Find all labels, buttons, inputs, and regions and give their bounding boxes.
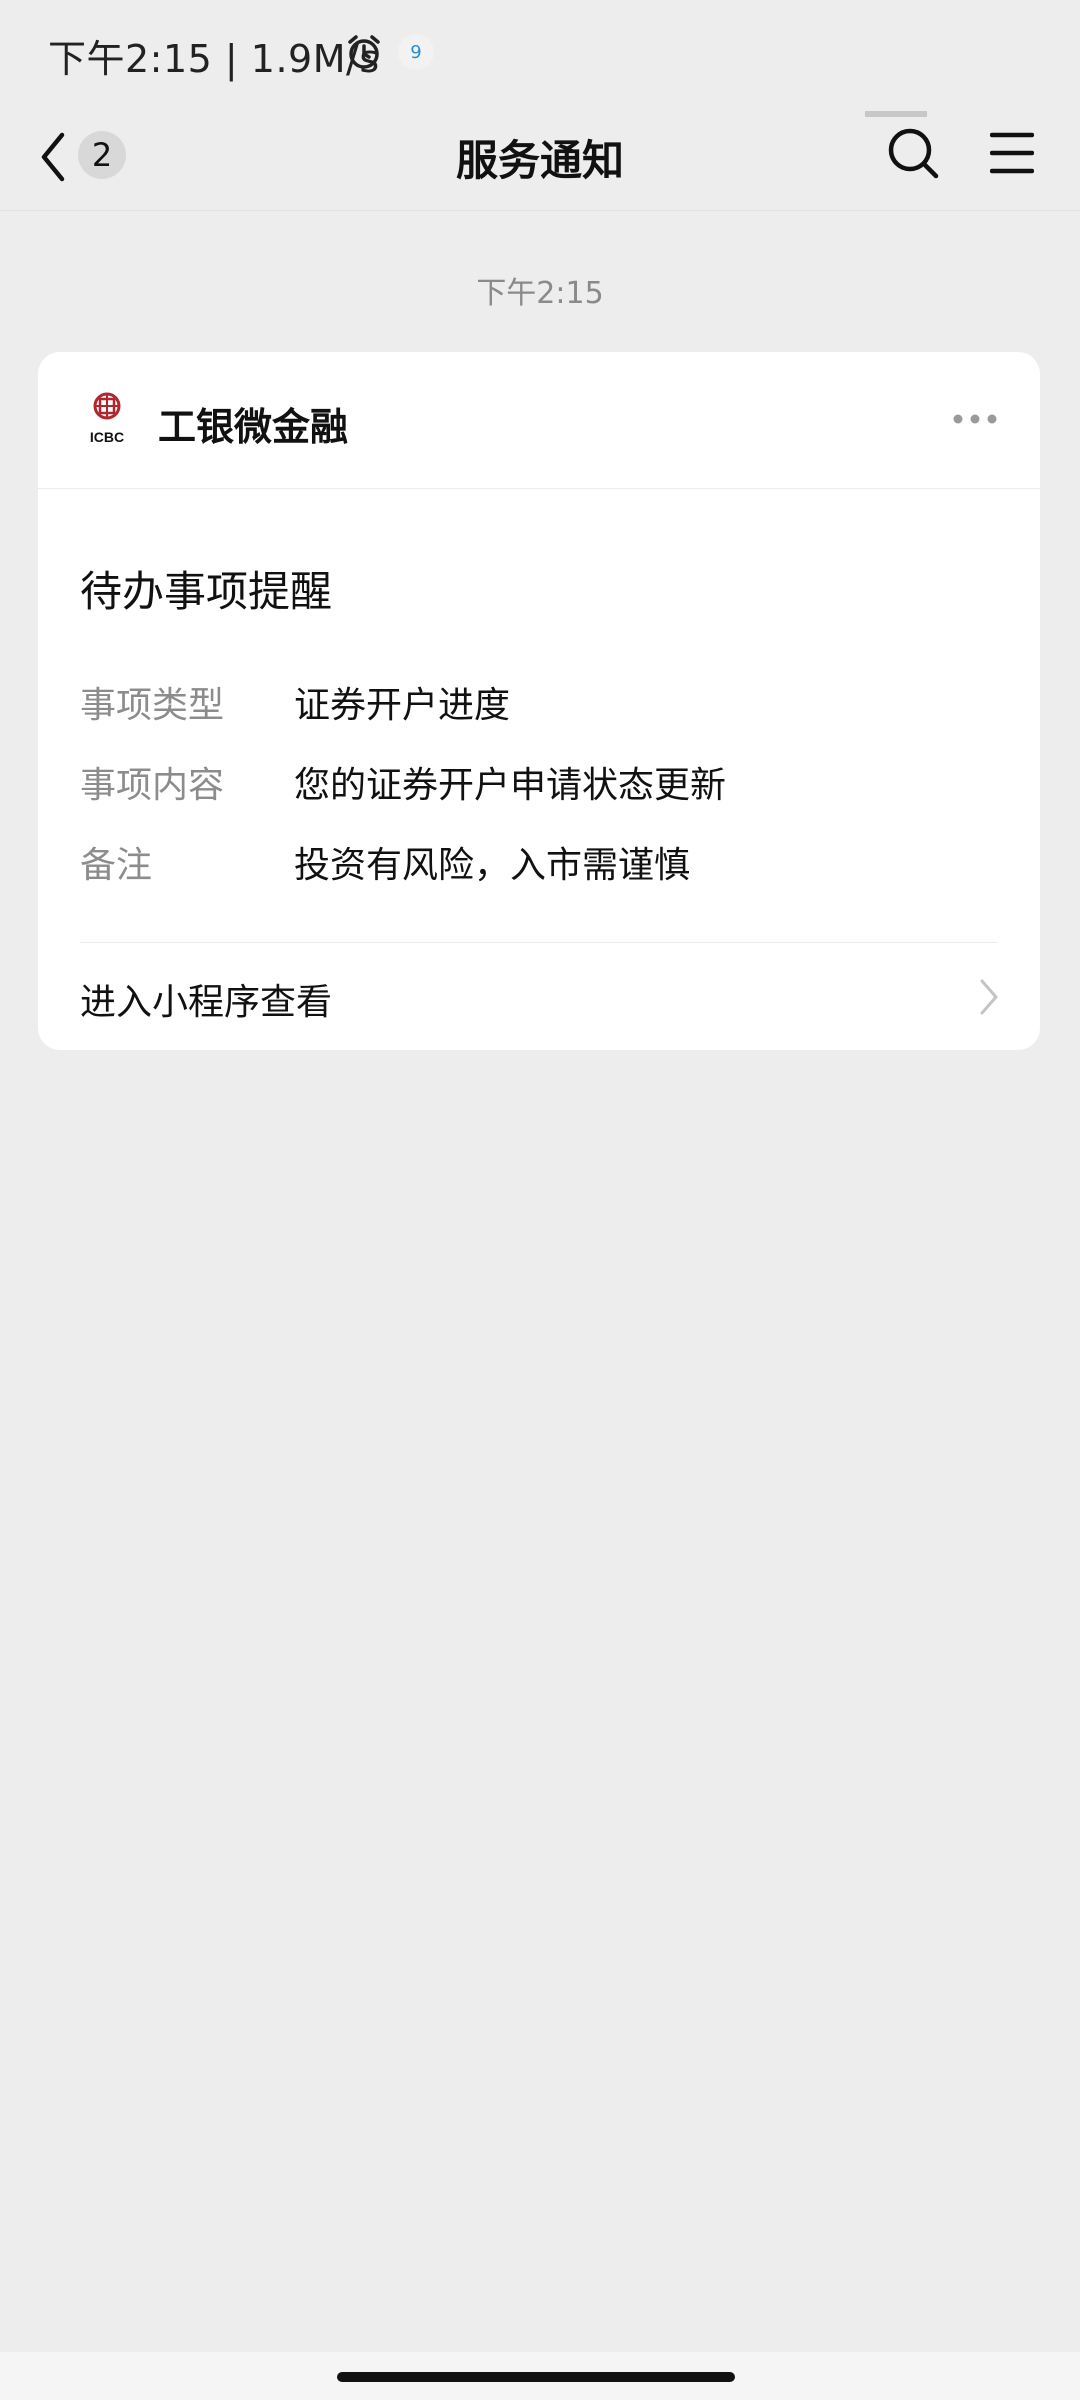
field-label-content: 事项内容 [80, 765, 225, 806]
icbc-logo-text: ICBC [90, 429, 124, 445]
gesture-bar [0, 2352, 1080, 2400]
field-label-remark: 备注 [80, 845, 153, 886]
calendar-icon: 9 [398, 34, 434, 70]
field-value-type: 证券开户进度 [294, 685, 511, 726]
more-options-icon[interactable] [952, 412, 998, 426]
card-header[interactable]: ICBC 工银微金融 [38, 352, 1040, 489]
search-accent-bar [865, 111, 927, 117]
nav-bar: 2 服务通知 [0, 105, 1080, 211]
home-indicator[interactable] [337, 2372, 735, 2382]
status-bar: 下午2:15 | 1.9M/s 9 [0, 0, 1080, 105]
mini-program-name[interactable]: 工银微金融 [158, 396, 348, 451]
open-mini-program-label: 进入小程序查看 [80, 982, 333, 1023]
card-title: 待办事项提醒 [80, 567, 333, 616]
icbc-logo-icon: ICBC [90, 392, 124, 445]
field-value-remark: 投资有风险，入市需谨慎 [294, 845, 691, 886]
alarm-icon [348, 35, 380, 69]
calendar-day: 9 [410, 41, 422, 63]
search-icon[interactable] [885, 125, 941, 181]
field-value-content: 您的证券开户申请状态更新 [294, 765, 727, 806]
status-time-speed: 下午2:15 | 1.9M/s [48, 37, 380, 81]
field-label-type: 事项类型 [80, 685, 225, 726]
notification-card[interactable]: ICBC 工银微金融 待办事项提醒 事项类型 证券开户进度 事项内容 您的证券开… [38, 352, 1040, 1050]
chevron-right-icon [980, 979, 998, 1015]
open-mini-program-link[interactable]: 进入小程序查看 [38, 943, 1040, 1050]
menu-icon[interactable] [990, 130, 1034, 176]
message-timestamp: 下午2:15 [476, 276, 604, 311]
